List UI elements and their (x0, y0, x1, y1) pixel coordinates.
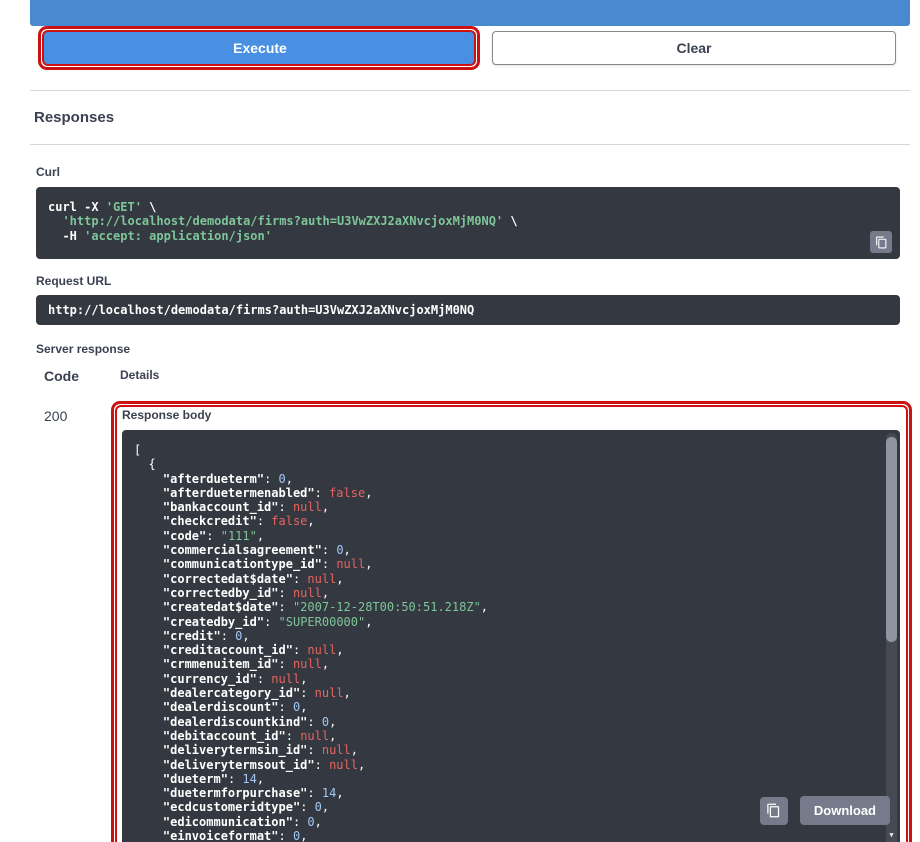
responses-section-header: Responses (30, 91, 910, 145)
response-controls: Download (759, 796, 890, 825)
server-response-table: Code Details 200 Response body [ { "afte… (36, 368, 900, 842)
opblock-summary-bar[interactable] (30, 0, 910, 26)
download-button[interactable]: Download (799, 796, 890, 825)
response-body-code: [ { "afterdueterm": 0, "afterduetermenab… (134, 443, 489, 842)
responses-inner: Curl curl -X 'GET' \ 'http://localhost/d… (30, 145, 910, 842)
response-details-cell: Response body [ { "afterdueterm": 0, "af… (120, 398, 900, 842)
response-body-block: [ { "afterdueterm": 0, "afterduetermenab… (122, 430, 900, 842)
request-url-label: Request URL (36, 274, 112, 288)
execute-wrapper: Execute Clear (30, 31, 910, 65)
scroll-down-icon[interactable]: ▼ (886, 831, 897, 839)
request-url-block: http://localhost/demodata/firms?auth=U3V… (36, 295, 900, 325)
copy-curl-button[interactable] (870, 231, 892, 253)
status-code: 200 (44, 408, 68, 424)
swagger-response-page: Execute Clear Responses Curl curl -X 'GE… (0, 0, 920, 842)
request-url-value: http://localhost/demodata/firms?auth=U3V… (48, 303, 475, 317)
copy-icon (875, 236, 886, 248)
server-response-label: Server response (36, 342, 131, 356)
scrollbar-thumb[interactable] (886, 437, 897, 642)
copy-icon (767, 803, 780, 818)
response-body-label: Response body (122, 408, 212, 422)
curl-code-block: curl -X 'GET' \ 'http://localhost/demoda… (36, 187, 900, 259)
scrollbar[interactable]: ▼ (886, 433, 897, 842)
responses-title: Responses (34, 109, 115, 126)
curl-code: curl -X 'GET' \ 'http://localhost/demoda… (48, 200, 518, 243)
code-header: Code (44, 368, 79, 384)
curl-label: Curl (36, 165, 60, 179)
execute-button[interactable]: Execute (44, 31, 476, 65)
copy-response-button[interactable] (759, 796, 788, 825)
details-header: Details (120, 368, 160, 382)
clear-button[interactable]: Clear (492, 31, 896, 65)
